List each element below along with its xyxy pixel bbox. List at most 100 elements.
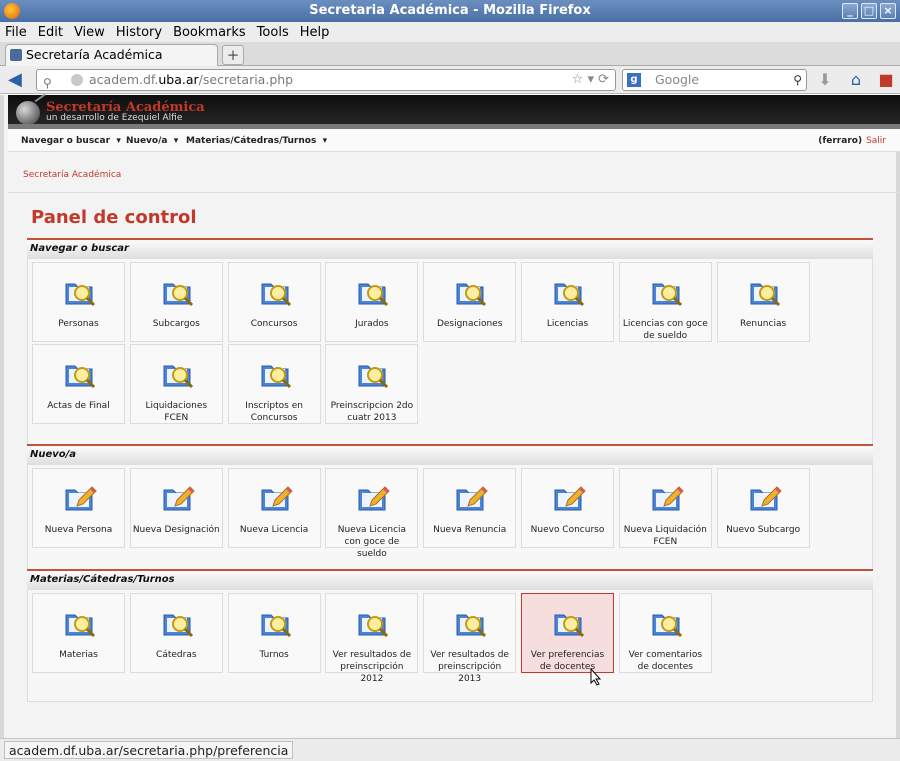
search-box[interactable]: g Google ⚲ [622, 69, 807, 91]
panel-tile[interactable]: Materias [32, 593, 125, 673]
appmenu-nuevo-label: Nuevo/a [126, 136, 168, 146]
panel-tile[interactable]: Personas [32, 262, 125, 342]
tile-label: Licencias con goce de sueldo [622, 319, 708, 341]
panel-tile[interactable]: Jurados [325, 262, 419, 342]
minimize-button[interactable]: _ [842, 3, 858, 19]
panel-tile[interactable]: Nueva Licencia [227, 468, 321, 548]
tile-label: Concursos [250, 319, 298, 329]
panel-tile[interactable]: Nueva Liquidación FCEN [618, 468, 712, 548]
section-header: Navegar o buscar [27, 238, 873, 259]
tile-label: Jurados [355, 319, 389, 329]
url-bar[interactable]: ⚲ academ.df.uba.ar/secretaria.php ☆ ▾ ⟳ [36, 69, 616, 91]
search-folder-icon [356, 358, 390, 390]
google-icon: g [627, 73, 641, 87]
divider [8, 192, 900, 193]
tile-label: Nueva Liquidación FCEN [623, 525, 707, 547]
panel-tile[interactable]: Ver resultados de preinscripción 2012 [325, 593, 419, 684]
tile-label: Nueva Licencia [239, 525, 309, 535]
url-path: /secretaria.php [198, 72, 294, 87]
menu-history[interactable]: History [116, 25, 162, 40]
panel-tile[interactable]: Actas de Final [32, 344, 125, 424]
appmenu-navegar-label: Navegar o buscar [21, 136, 111, 146]
panel-tile[interactable]: Renuncias [716, 262, 810, 342]
section-body: Personas Subcargos Concursos Jurados Designa… [27, 259, 873, 445]
panel-tile[interactable]: Nueva Designación [129, 468, 223, 548]
search-folder-icon [161, 607, 195, 639]
home-icon[interactable]: ⌂ [846, 71, 866, 89]
menu-file[interactable]: File [5, 25, 27, 40]
search-folder-icon [259, 358, 293, 390]
edit-folder-icon [259, 482, 293, 514]
search-folder-icon [552, 276, 586, 308]
search-folder-icon [63, 358, 97, 390]
panel-tile[interactable]: Ver resultados de preinscripción 2013 [423, 593, 517, 684]
bookmark-star-icon[interactable]: ☆ ▾ ⟳ [572, 70, 609, 90]
panel-tile[interactable]: Designaciones [423, 262, 517, 342]
download-arrow-icon[interactable]: ⬇ [815, 71, 835, 89]
panel-tile[interactable]: Nueva Persona [32, 468, 125, 548]
panel-tile[interactable]: Preinscripcion 2do cuatr 2013 [325, 344, 419, 424]
panel-tile[interactable]: Nueva Licencia con goce de sueldo [325, 468, 419, 559]
tile-label: Ver resultados de preinscripción 2012 [332, 650, 412, 684]
menu-help[interactable]: Help [300, 25, 330, 40]
edit-folder-icon [748, 482, 782, 514]
tile-label: Turnos [259, 650, 289, 660]
close-button[interactable]: × [880, 3, 896, 19]
panel-tile[interactable]: Concursos [227, 262, 321, 342]
edit-folder-icon [454, 482, 488, 514]
tile-label: Ver comentarios de docentes [628, 650, 703, 672]
tile-label: Nueva Persona [44, 525, 113, 535]
menu-bookmarks[interactable]: Bookmarks [173, 25, 246, 40]
panel-tile[interactable]: Turnos [227, 593, 321, 673]
panel-tile[interactable]: Subcargos [129, 262, 223, 342]
globe-icon [71, 74, 83, 86]
tile-label: Nueva Designación [132, 525, 220, 535]
menu-edit[interactable]: Edit [38, 25, 63, 40]
tile-label: Ver resultados de preinscripción 2013 [430, 650, 509, 684]
panel-tile[interactable]: Nuevo Subcargo [716, 468, 810, 548]
browser-tab[interactable]: Secretaría Académica [5, 44, 218, 66]
page-title: Panel de control [31, 207, 197, 228]
new-tab-button[interactable]: + [222, 45, 244, 65]
panel-tile[interactable]: Nuevo Concurso [521, 468, 614, 548]
back-arrow-icon[interactable]: ◀ [8, 71, 28, 89]
status-url: academ.df.uba.ar/secretaria.php/preferen… [4, 741, 294, 759]
tab-strip: Secretaría Académica + [0, 42, 900, 66]
panel-tile[interactable]: Nueva Renuncia [423, 468, 517, 548]
appmenu-nuevo[interactable]: Nuevo/a ▾ [126, 136, 178, 146]
edit-folder-icon [356, 482, 391, 514]
tile-label: Designaciones [436, 319, 503, 329]
panel-tile[interactable]: Ver preferencias de docentes [521, 593, 614, 673]
logout-link[interactable]: Salir [866, 136, 886, 146]
bomb-logo-icon [16, 101, 40, 125]
panel-tile[interactable]: Licencias [521, 262, 614, 342]
panel-tile[interactable]: Liquidaciones FCEN [129, 344, 223, 424]
menu-view[interactable]: View [74, 25, 105, 40]
appmenu-navegar[interactable]: Navegar o buscar ▾ [21, 136, 121, 146]
url-domain: uba.ar [158, 72, 199, 87]
maximize-button[interactable]: □ [861, 3, 877, 19]
window-title: Secretaria Académica - Mozilla Firefox [309, 3, 591, 18]
search-folder-icon [454, 276, 488, 308]
edit-folder-icon [63, 482, 97, 514]
search-folder-icon [650, 276, 684, 308]
appmenu-materias[interactable]: Materias/Cátedras/Turnos ▾ [186, 136, 327, 146]
tile-label: Nuevo Subcargo [726, 525, 801, 535]
url-prefix: academ.df. [89, 72, 159, 87]
search-folder-icon [356, 607, 390, 639]
panel-tile[interactable]: Cátedras [129, 593, 223, 673]
firefox-logo-icon [4, 3, 20, 19]
edit-folder-icon [552, 482, 586, 514]
menubar: File Edit View History Bookmarks Tools H… [0, 22, 900, 42]
search-folder-icon [259, 607, 293, 639]
addon-icon[interactable]: ■ [876, 71, 896, 89]
tile-label: Cátedras [156, 650, 197, 660]
search-icon[interactable]: ⚲ [793, 70, 802, 90]
search-folder-icon [552, 607, 586, 639]
panel-tile[interactable]: Licencias con goce de sueldo [618, 262, 712, 342]
breadcrumb[interactable]: Secretaría Académica [23, 170, 121, 180]
panel-tile[interactable]: Inscriptos en Concursos [227, 344, 321, 424]
panel-tile[interactable]: Ver comentarios de docentes [618, 593, 712, 673]
menu-tools[interactable]: Tools [257, 25, 289, 40]
tile-label: Nueva Renuncia [433, 525, 507, 535]
